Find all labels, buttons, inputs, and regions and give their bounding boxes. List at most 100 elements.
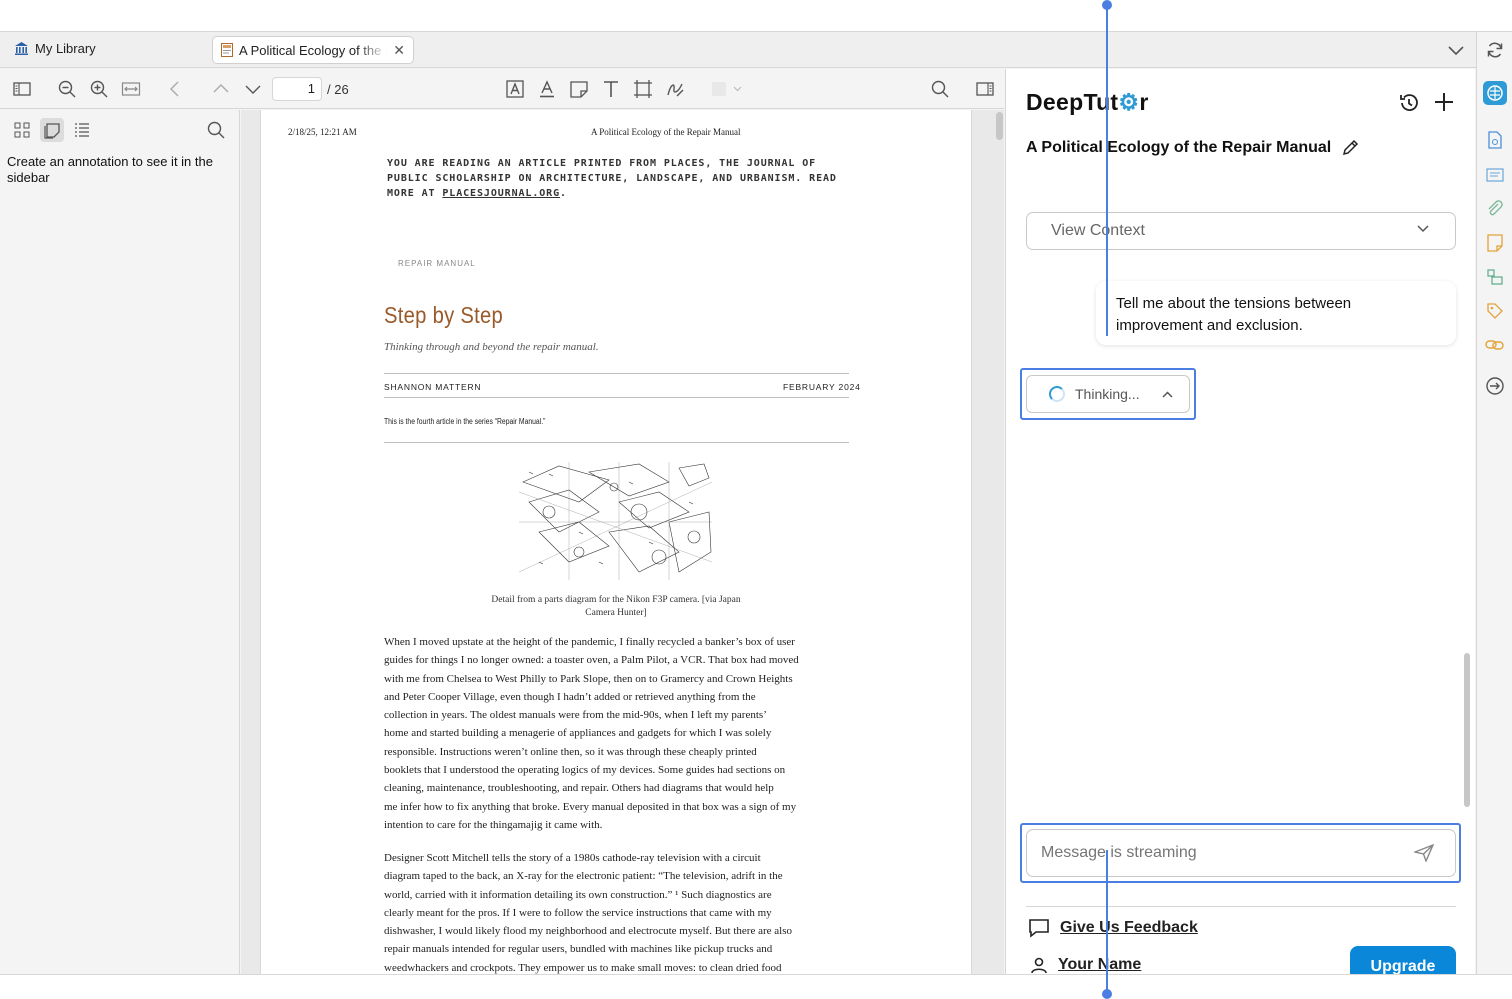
zoom-in-icon[interactable]	[89, 79, 109, 99]
sidebar-toggle-icon[interactable]	[12, 79, 32, 99]
brain-icon: ⚙	[1118, 89, 1140, 115]
paperclip-icon	[1488, 200, 1503, 216]
notes-pane-button[interactable]	[1483, 231, 1507, 255]
list-icon	[75, 123, 89, 137]
give-feedback-link[interactable]: Give Us Feedback	[1028, 918, 1198, 938]
area-icon[interactable]	[633, 79, 653, 99]
article-date: FEBRUARY 2024	[783, 382, 861, 392]
page-total: / 26	[327, 82, 349, 97]
locate-button[interactable]	[1483, 374, 1507, 398]
document-info-icon	[1488, 131, 1502, 149]
user-icon	[1031, 957, 1047, 974]
note-icon	[1487, 234, 1503, 252]
divider	[384, 373, 849, 374]
divider	[384, 397, 849, 398]
reader-scrollbar[interactable]	[996, 112, 1003, 140]
pdf-page[interactable]: 2/18/25, 12:21 AM A Political Ecology of…	[260, 110, 972, 974]
chat-icon	[1029, 919, 1049, 938]
running-head: A Political Ecology of the Repair Manual	[591, 127, 741, 137]
tag-icon	[1487, 303, 1503, 319]
plus-icon[interactable]	[1433, 91, 1455, 113]
color-picker[interactable]	[712, 82, 726, 96]
deeptutor-pane-button[interactable]	[1483, 81, 1507, 105]
panel-scrollbar[interactable]	[1464, 653, 1470, 807]
article-author: SHANNON MATTERN	[384, 382, 482, 392]
deeptutor-logo: DeepTut⚙r	[1026, 89, 1149, 115]
empty-annotations-message: Create an annotation to see it in the si…	[7, 154, 213, 185]
close-icon[interactable]: ✕	[393, 42, 405, 59]
highlight-icon[interactable]	[505, 79, 525, 99]
journal-link[interactable]: PLACESJOURNAL.ORG	[442, 188, 560, 199]
doc-tab-title: A Political Ecology of the Repair Manual	[239, 42, 387, 58]
grid-icon	[14, 122, 30, 138]
pdf-icon	[221, 43, 233, 57]
annotations-sidebar: Create an annotation to see it in the si…	[0, 110, 240, 974]
info-pane-button[interactable]	[1483, 128, 1507, 152]
guide-line	[1106, 850, 1108, 993]
journal-notice: YOU ARE READING AN ARTICLE PRINTED FROM …	[387, 158, 837, 199]
fit-width-icon[interactable]	[121, 79, 141, 99]
view-context-dropdown[interactable]: View Context	[1026, 212, 1456, 250]
spinner-icon	[1049, 386, 1065, 402]
tab-document[interactable]: A Political Ecology of the Repair Manual…	[212, 36, 414, 64]
search-icon[interactable]	[930, 79, 950, 99]
guide-line	[1106, 5, 1108, 336]
libraries-pane-button[interactable]	[1483, 265, 1507, 289]
section-kicker: REPAIR MANUAL	[398, 259, 476, 268]
library-icon	[15, 42, 28, 55]
user-profile-link[interactable]: Your Name	[1030, 956, 1141, 974]
underline-icon[interactable]	[537, 79, 557, 99]
sync-icon[interactable]	[1485, 40, 1505, 60]
tab-bar: My Library A Political Ecology of the Re…	[0, 32, 1476, 68]
guide-handle	[1102, 989, 1112, 999]
paragraph: When I moved upstate at the height of th…	[384, 636, 799, 831]
back-icon[interactable]	[165, 79, 185, 99]
ink-icon[interactable]	[665, 79, 685, 99]
history-icon[interactable]	[1398, 92, 1420, 114]
chevron-down-icon[interactable]	[1446, 40, 1466, 60]
search-icon[interactable]	[206, 120, 226, 140]
page-up-icon[interactable]	[211, 79, 231, 99]
pencil-icon[interactable]	[1341, 139, 1359, 157]
annotation-icon	[44, 123, 60, 139]
message-input[interactable]	[1026, 829, 1456, 877]
deeptutor-panel: DeepTut⚙r A Political Ecology of the Rep…	[1005, 69, 1475, 974]
page-down-icon[interactable]	[243, 79, 263, 99]
link-icon	[1485, 340, 1504, 350]
article-subtitle: Thinking through and beyond the repair m…	[384, 341, 599, 353]
chevron-down-icon[interactable]	[733, 86, 742, 92]
parts-diagram-figure	[519, 462, 712, 580]
article-title: Step by Step	[384, 302, 504, 328]
pdf-reader[interactable]: 2/18/25, 12:21 AM A Political Ecology of…	[241, 110, 1004, 974]
app-window: My Library A Political Ecology of the Re…	[0, 31, 1512, 975]
paragraph: Designer Scott Mitchell tells the story …	[384, 852, 792, 974]
user-message-bubble: Tell me about the tensions between impro…	[1096, 281, 1456, 345]
figure-caption: Detail from a parts diagram for the Niko…	[491, 595, 741, 618]
send-icon[interactable]	[1414, 844, 1434, 862]
library-tab-label: My Library	[35, 41, 96, 56]
locate-icon	[1486, 377, 1504, 395]
text-icon[interactable]	[601, 79, 621, 99]
tags-pane-button[interactable]	[1483, 299, 1507, 323]
collections-icon	[1487, 269, 1503, 285]
thinking-toggle[interactable]: Thinking...	[1026, 375, 1190, 413]
zoom-out-icon[interactable]	[57, 79, 77, 99]
session-document-title: A Political Ecology of the Repair Manual	[1026, 139, 1359, 157]
brain-icon	[1487, 85, 1503, 101]
thumbnails-view-button[interactable]	[10, 118, 34, 142]
annotations-view-button[interactable]	[40, 118, 64, 142]
abstract-pane-button[interactable]	[1483, 163, 1507, 187]
note-icon[interactable]	[569, 79, 589, 99]
thinking-label: Thinking...	[1075, 386, 1140, 402]
upgrade-button[interactable]: Upgrade	[1350, 946, 1456, 974]
reader-toolbar: 1 / 26	[0, 69, 1004, 109]
chevron-down-icon	[1417, 225, 1429, 233]
related-pane-button[interactable]	[1483, 333, 1507, 357]
divider	[384, 442, 849, 443]
attachments-pane-button[interactable]	[1483, 197, 1507, 221]
tab-my-library[interactable]: My Library	[14, 41, 96, 56]
series-note: This is the fourth article in the series…	[384, 417, 546, 426]
outline-view-button[interactable]	[70, 118, 94, 142]
context-pane-icon[interactable]	[975, 79, 995, 99]
page-number-input[interactable]: 1	[272, 77, 322, 101]
